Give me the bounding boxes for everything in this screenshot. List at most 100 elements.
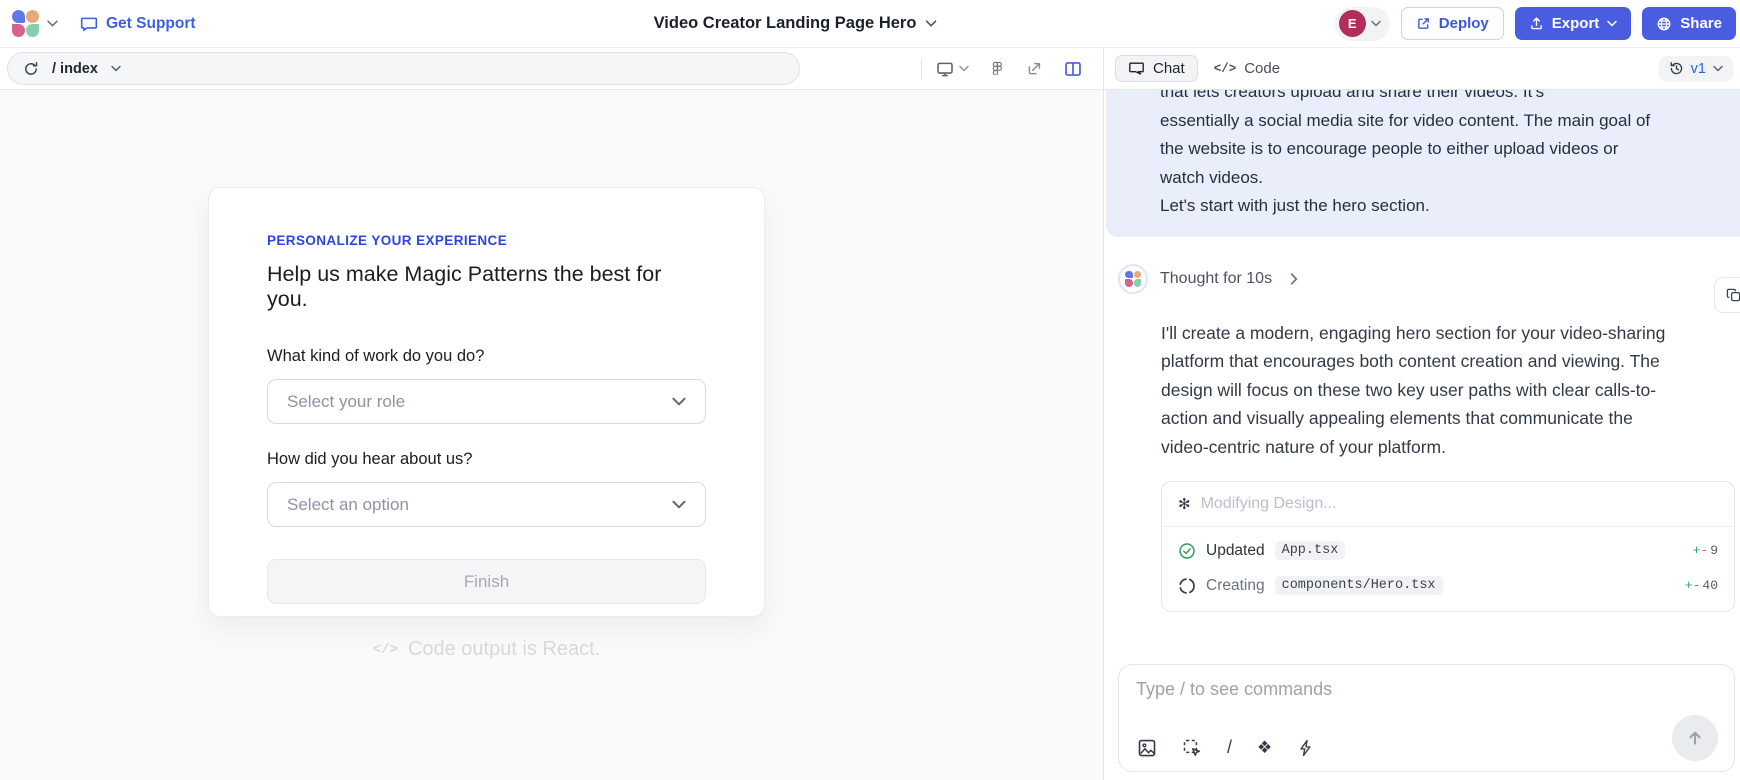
tab-code[interactable]: </> Code — [1214, 60, 1280, 77]
chat-input[interactable] — [1136, 679, 1656, 700]
thought-label: Thought for 10s — [1160, 270, 1272, 288]
route-path: / index — [52, 61, 98, 77]
viewport-size-button[interactable] — [936, 60, 969, 78]
split-view-button[interactable] — [1064, 60, 1082, 78]
diff-stats: + - 9 — [1693, 543, 1718, 558]
export-chevron-down-icon — [1607, 20, 1617, 27]
file-name: App.tsx — [1275, 541, 1346, 560]
magic-patterns-logo-icon[interactable] — [12, 10, 39, 37]
version-label: v1 — [1691, 61, 1706, 77]
viewport-chevron-down-icon — [959, 65, 969, 72]
title-chevron-down-icon — [925, 20, 936, 27]
quick-actions-button[interactable] — [1297, 738, 1315, 758]
code-tab-label: Code — [1244, 60, 1280, 77]
canvas-toolbar: / index — [0, 48, 1104, 90]
sparkle-icon: ✻ — [1178, 495, 1191, 513]
top-bar-actions: E Deploy Export — [1335, 7, 1728, 41]
send-button[interactable] — [1672, 715, 1718, 761]
share-button[interactable]: Share — [1642, 7, 1736, 40]
export-button[interactable]: Export — [1515, 7, 1632, 40]
copy-message-button[interactable] — [1714, 277, 1740, 313]
canvas-toolbar-icons — [936, 60, 1082, 78]
select-chevron-down-icon — [672, 500, 686, 509]
card-heading: Help us make Magic Patterns the best for… — [267, 262, 706, 312]
referral-select[interactable]: Select an option — [267, 482, 706, 527]
globe-icon — [1656, 16, 1672, 32]
chat-input-container: / ❖ — [1118, 664, 1735, 772]
finish-button[interactable]: Finish — [267, 559, 706, 604]
question1-label: What kind of work do you do? — [267, 347, 706, 366]
work-bar: / index — [0, 48, 1740, 90]
tool-card-title: Modifying Design... — [1201, 495, 1337, 513]
component-library-button[interactable]: ❖ — [1257, 738, 1272, 758]
code-icon: </> — [373, 642, 398, 658]
get-support-label: Get Support — [106, 15, 196, 33]
assistant-message: I'll create a modern, engaging hero sect… — [1161, 319, 1683, 462]
chat-messages[interactable]: that lets creators upload and share thei… — [1104, 90, 1740, 664]
role-select[interactable]: Select your role — [267, 379, 706, 424]
question2-label: How did you hear about us? — [267, 450, 706, 469]
account-chevron-down-icon — [1371, 20, 1381, 27]
user-message: that lets creators upload and share thei… — [1106, 90, 1740, 237]
figma-export-button[interactable] — [990, 60, 1005, 77]
workspace-chevron-down-icon[interactable] — [47, 20, 58, 27]
open-in-new-tab-button[interactable] — [1026, 60, 1043, 77]
chat-bubble-icon — [80, 15, 98, 33]
tool-card-header: ✻ Modifying Design... — [1162, 482, 1734, 526]
account-menu[interactable]: E — [1335, 7, 1390, 41]
diff-count: 9 — [1710, 543, 1718, 558]
get-support-link[interactable]: Get Support — [80, 15, 196, 33]
route-chevron-down-icon — [111, 65, 121, 72]
check-circle-icon — [1178, 542, 1196, 560]
role-select-value: Select your role — [287, 392, 405, 412]
preview-canvas: PERSONALIZE YOUR EXPERIENCE Help us make… — [0, 90, 1104, 780]
referral-select-value: Select an option — [287, 495, 409, 515]
thought-toggle[interactable]: Thought for 10s — [1118, 264, 1740, 294]
removed-lines: - — [1693, 578, 1701, 593]
card-eyebrow: PERSONALIZE YOUR EXPERIENCE — [267, 233, 706, 248]
avatar: E — [1339, 10, 1366, 37]
toolbar-divider — [921, 58, 922, 80]
attach-image-button[interactable] — [1137, 738, 1157, 758]
diff-stats: + - 40 — [1685, 578, 1718, 593]
main-area: PERSONALIZE YOUR EXPERIENCE Help us make… — [0, 90, 1740, 780]
added-lines: + — [1693, 543, 1701, 558]
file-action: Updated — [1206, 542, 1265, 560]
route-selector[interactable]: / index — [7, 52, 800, 85]
deploy-label: Deploy — [1439, 15, 1489, 32]
code-output-text: Code output is React. — [408, 638, 600, 661]
personalize-card: PERSONALIZE YOUR EXPERIENCE Help us make… — [208, 187, 765, 617]
chevron-right-icon — [1290, 273, 1298, 285]
top-bar: Get Support Video Creator Landing Page H… — [0, 0, 1740, 48]
file-row[interactable]: Creating components/Hero.tsx + - 40 — [1162, 568, 1734, 603]
chat-tab-label: Chat — [1153, 60, 1185, 77]
file-name: components/Hero.tsx — [1275, 576, 1443, 595]
select-chevron-down-icon — [672, 397, 686, 406]
tab-chat[interactable]: Chat — [1115, 55, 1198, 82]
export-label: Export — [1552, 15, 1600, 32]
spinner-icon — [1178, 577, 1196, 595]
deploy-button[interactable]: Deploy — [1401, 7, 1504, 40]
code-icon: </> — [1214, 62, 1237, 76]
file-action: Creating — [1206, 577, 1265, 595]
user-message-body: essentially a social media site for vide… — [1160, 107, 1660, 193]
file-row[interactable]: Updated App.tsx + - 9 — [1162, 533, 1734, 568]
magic-patterns-logo-icon — [1125, 271, 1141, 287]
diff-count: 40 — [1702, 578, 1718, 593]
app-window: Get Support Video Creator Landing Page H… — [0, 0, 1740, 780]
slash-command-button[interactable]: / — [1227, 737, 1232, 758]
tool-card-rows: Updated App.tsx + - 9 — [1162, 526, 1734, 611]
user-message-last-line: Let's start with just the hero section. — [1160, 192, 1660, 221]
assistant-avatar — [1118, 264, 1148, 294]
upload-icon — [1529, 16, 1544, 31]
monitor-icon — [936, 60, 954, 78]
chat-tab-icon — [1128, 60, 1145, 77]
refresh-icon[interactable] — [23, 61, 39, 77]
user-message-clipped-line: that lets creators upload and share thei… — [1160, 90, 1660, 107]
version-history-button[interactable]: v1 — [1659, 56, 1733, 82]
project-title-menu[interactable]: Video Creator Landing Page Hero — [654, 14, 937, 33]
code-output-note: </> Code output is React. — [208, 638, 765, 661]
select-element-button[interactable] — [1182, 738, 1202, 758]
external-link-icon — [1416, 16, 1431, 31]
added-lines: + — [1685, 578, 1693, 593]
